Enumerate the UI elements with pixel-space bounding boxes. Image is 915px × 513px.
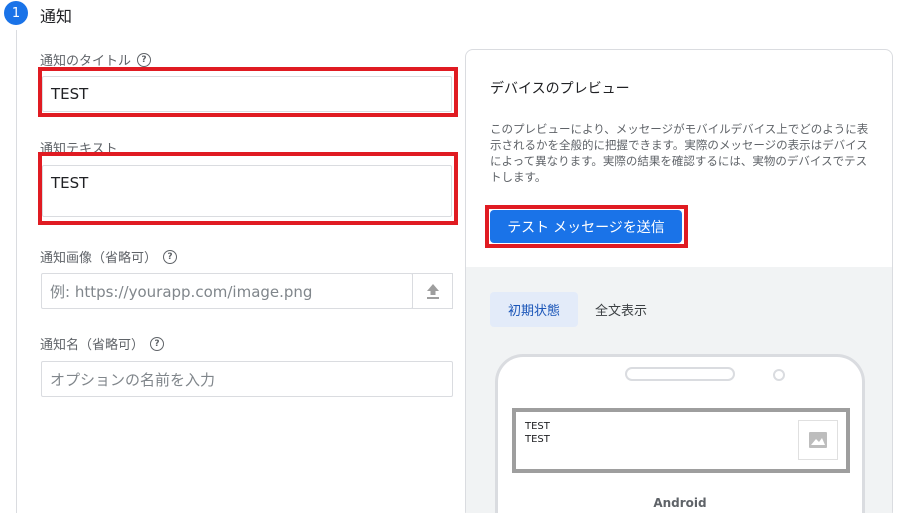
name-input[interactable]: オプションの名前を入力: [41, 361, 453, 397]
test-button-highlight-box: [485, 205, 688, 248]
device-label: Android: [653, 496, 707, 510]
image-icon: [809, 432, 827, 448]
phone-camera: [773, 369, 785, 381]
name-label-row: 通知名（省略可） ?: [40, 334, 165, 353]
notification-title: TEST: [525, 421, 550, 432]
help-icon[interactable]: ?: [163, 249, 178, 264]
device-preview-panel: デバイスのプレビュー このプレビューにより、メッセージがモバイルデバイス上でどの…: [465, 49, 893, 513]
image-label-row: 通知画像（省略可） ?: [40, 247, 178, 266]
upload-button[interactable]: [412, 273, 453, 309]
phone-frame: TEST TEST: [495, 354, 865, 513]
image-url-input[interactable]: 例: https://yourapp.com/image.png: [41, 273, 413, 309]
step-connector-line: [16, 30, 17, 513]
tab-initial-state[interactable]: 初期状態: [490, 292, 578, 327]
step-title: 通知: [40, 7, 73, 26]
preview-description: このプレビューにより、メッセージがモバイルデバイス上でどのように表示されるかを全…: [490, 122, 869, 184]
phone-speaker: [625, 367, 735, 381]
text-highlight-box: [38, 152, 458, 225]
name-label: 通知名（省略可）: [40, 338, 145, 353]
preview-title: デバイスのプレビュー: [490, 81, 630, 97]
notification-image-placeholder: [798, 420, 838, 460]
preview-area: 初期状態 全文表示 TEST TEST: [466, 267, 892, 513]
image-label: 通知画像（省略可）: [40, 251, 158, 266]
help-icon[interactable]: ?: [137, 52, 152, 67]
upload-icon: [426, 284, 439, 299]
help-icon[interactable]: ?: [150, 336, 165, 351]
tab-expanded-view[interactable]: 全文表示: [584, 292, 658, 327]
step-number-badge: 1: [4, 1, 28, 25]
notification-text: TEST: [525, 434, 550, 445]
notification-preview: TEST TEST: [512, 408, 850, 473]
title-highlight-box: [38, 67, 458, 117]
